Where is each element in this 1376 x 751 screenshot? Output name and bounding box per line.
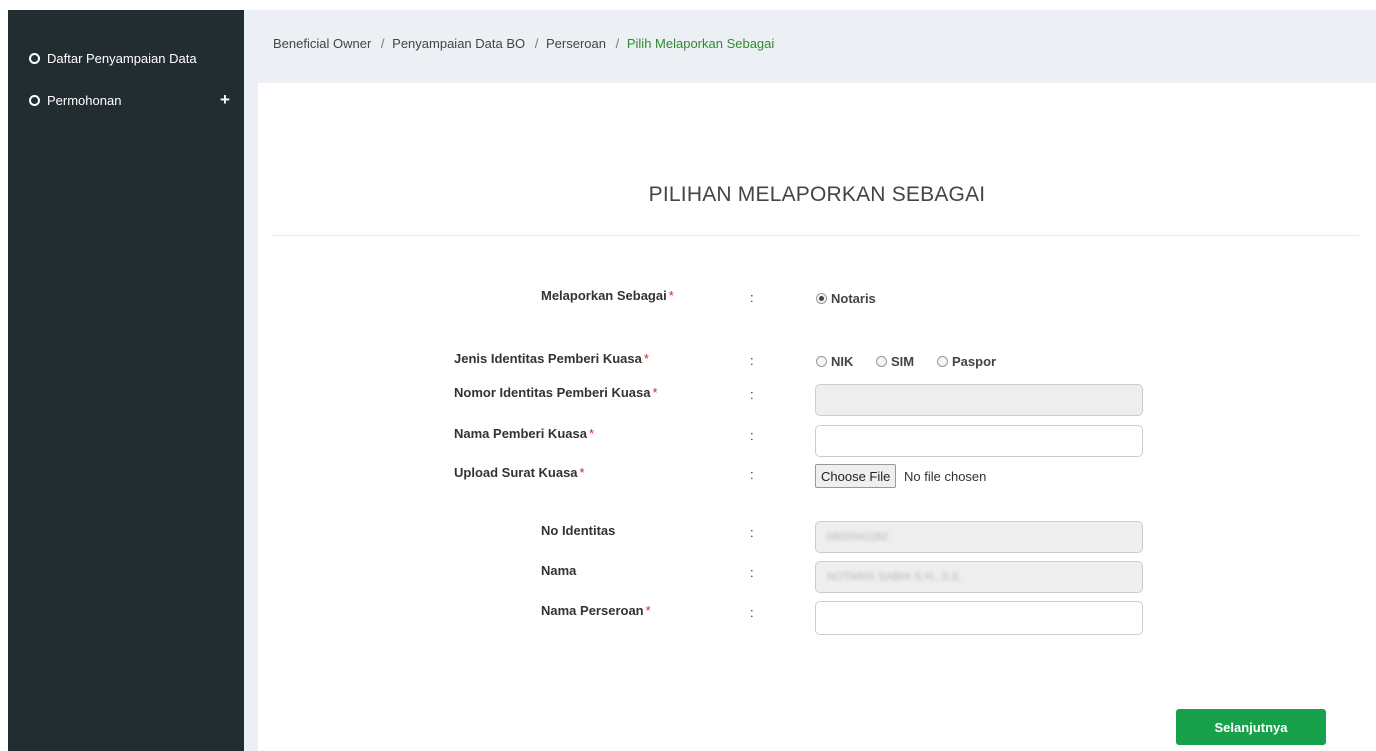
required-mark: * (588, 426, 595, 441)
choose-file-button[interactable]: Choose File (815, 464, 897, 488)
circle-icon (29, 94, 40, 106)
label-text: Upload Surat Kuasa (454, 465, 578, 480)
nama-field: NOTARIS SABHI S.H., S.E. (815, 561, 1143, 593)
top-strip (0, 0, 1376, 10)
breadcrumb: Beneficial Owner / Penyampaian Data BO /… (273, 36, 774, 51)
label-text: Nomor Identitas Pemberi Kuasa (454, 385, 651, 400)
colon: : (750, 467, 754, 482)
no-identitas-label: No Identitas (541, 523, 616, 538)
required-mark: * (668, 288, 674, 303)
required-mark: * (645, 603, 651, 618)
main-content: Beneficial Owner / Penyampaian Data BO /… (244, 10, 1376, 751)
radio-unchecked-icon[interactable] (876, 356, 887, 367)
colon: : (750, 387, 754, 402)
radio-label: NIK (831, 354, 854, 369)
radio-nik[interactable]: NIK (816, 354, 853, 369)
radio-paspor[interactable]: Paspor (937, 354, 996, 369)
required-mark: * (643, 351, 649, 366)
radio-unchecked-icon[interactable] (937, 356, 948, 367)
nama-perseroan-input[interactable] (815, 601, 1143, 635)
sidebar: Daftar Penyampaian Data Permohonan + (8, 10, 244, 751)
label-text: Nama Perseroan (541, 603, 644, 618)
required-mark: * (579, 465, 585, 480)
breadcrumb-item-perseroan[interactable]: Perseroan (546, 36, 606, 51)
radio-unchecked-icon[interactable] (816, 356, 827, 367)
nama-value: NOTARIS SABHI S.H., S.E. (827, 571, 963, 583)
label-text: Jenis Identitas Pemberi Kuasa (454, 351, 642, 366)
colon: : (750, 290, 754, 305)
colon: : (750, 565, 754, 580)
colon: : (750, 605, 754, 620)
no-identitas-value: 0920041282 (827, 531, 889, 543)
radio-label: SIM (891, 354, 915, 369)
sidebar-item-label: Permohonan (47, 92, 122, 108)
radio-label: Paspor (952, 354, 997, 369)
radio-label: Notaris (831, 291, 876, 306)
breadcrumb-separator: / (615, 36, 620, 51)
radio-notaris[interactable]: Notaris (816, 291, 876, 306)
nama-perseroan-label: Nama Perseroan * (541, 603, 651, 618)
selanjutnya-button[interactable]: Selanjutnya (1176, 709, 1326, 745)
label-text: Nama Pemberi Kuasa (454, 426, 587, 441)
nama-label: Nama (541, 563, 577, 578)
radio-checked-icon[interactable] (816, 293, 827, 304)
breadcrumb-separator: / (380, 36, 385, 51)
radio-sim[interactable]: SIM (876, 354, 914, 369)
page-title: PILIHAN MELAPORKAN SEBAGAI (648, 183, 986, 206)
nama-pemberi-kuasa-label: Nama Pemberi Kuasa * (454, 426, 594, 441)
label-text: Melaporkan Sebagai (541, 288, 667, 303)
sidebar-item-permohonan[interactable]: Permohonan + (8, 82, 244, 118)
melaporkan-sebagai-label: Melaporkan Sebagai * (541, 288, 674, 303)
no-identitas-field: 0920041282 (815, 521, 1143, 553)
colon: : (750, 525, 754, 540)
file-status: No file chosen (904, 469, 987, 484)
nomor-identitas-input[interactable] (815, 384, 1143, 416)
nama-pemberi-kuasa-input[interactable] (815, 425, 1143, 457)
required-mark: * (652, 385, 658, 400)
sidebar-item-daftar-penyampaian-data[interactable]: Daftar Penyampaian Data (8, 40, 244, 76)
colon: : (750, 428, 754, 443)
plus-icon[interactable]: + (220, 90, 230, 110)
sidebar-item-label: Daftar Penyampaian Data (47, 50, 197, 66)
circle-icon (29, 52, 40, 64)
jenis-identitas-label: Jenis Identitas Pemberi Kuasa * (454, 351, 649, 366)
breadcrumb-item-penyampaian-data-bo[interactable]: Penyampaian Data BO (392, 36, 525, 51)
breadcrumb-item-beneficial-owner[interactable]: Beneficial Owner (273, 36, 371, 51)
breadcrumb-separator: / (534, 36, 539, 51)
nomor-identitas-label: Nomor Identitas Pemberi Kuasa * (454, 385, 658, 400)
divider (272, 235, 1359, 236)
breadcrumb-item-current: Pilih Melaporkan Sebagai (626, 36, 775, 51)
upload-surat-kuasa-label: Upload Surat Kuasa * (454, 465, 585, 480)
colon: : (750, 353, 754, 368)
form-card: PILIHAN MELAPORKAN SEBAGAI Melaporkan Se… (258, 83, 1376, 751)
